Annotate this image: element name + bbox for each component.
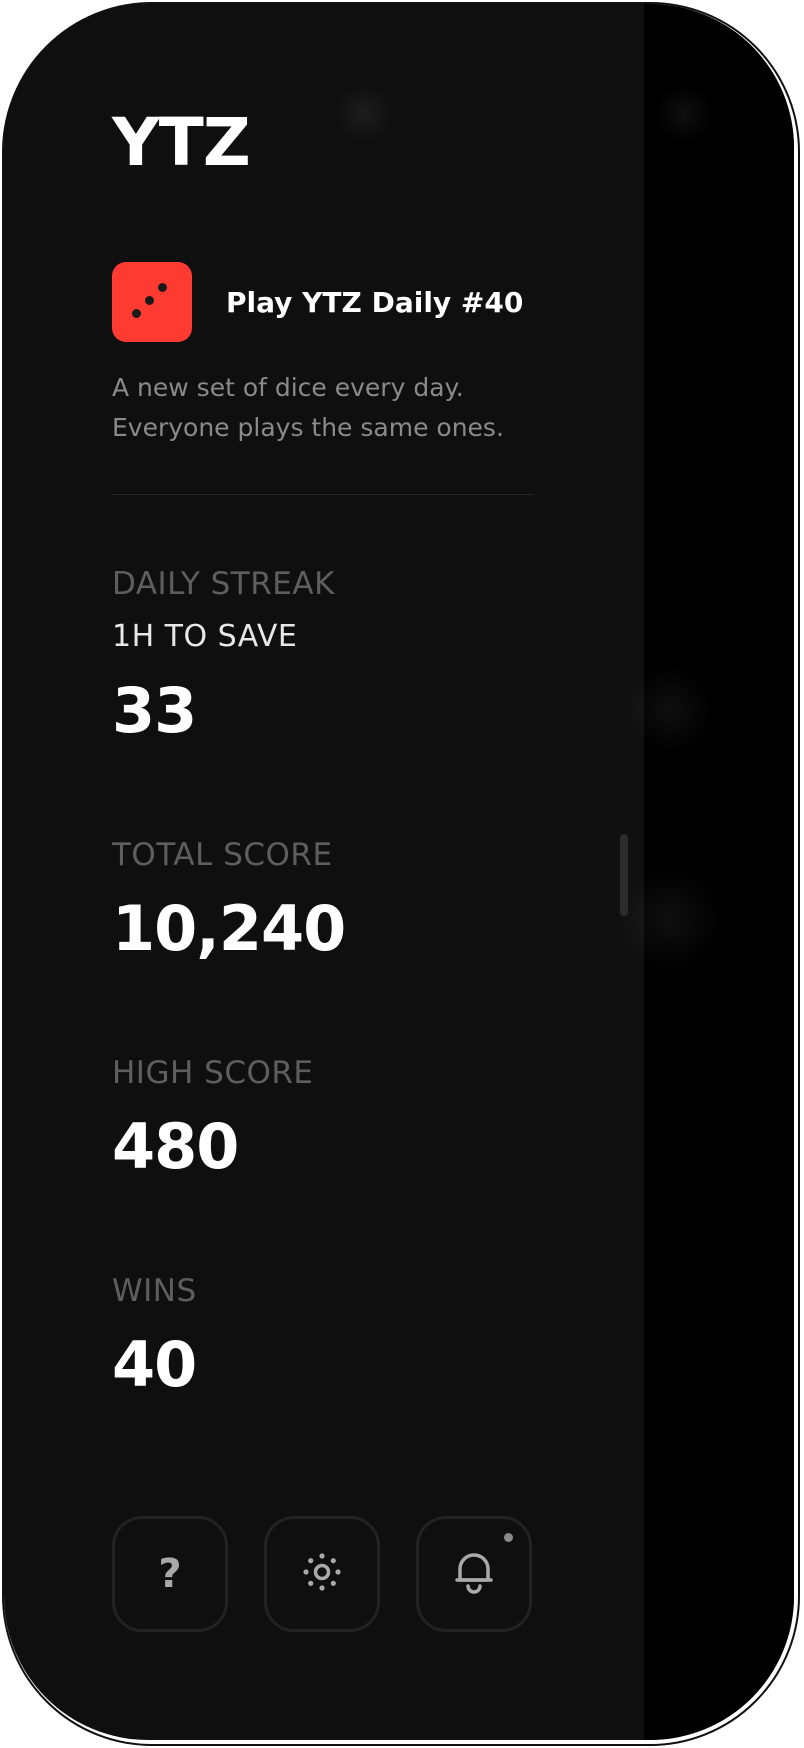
tagline-line-2: Everyone plays the same ones. bbox=[112, 413, 504, 442]
question-icon: ? bbox=[158, 1551, 182, 1597]
settings-button[interactable] bbox=[264, 1516, 380, 1632]
bell-icon bbox=[452, 1548, 496, 1600]
notifications-button[interactable] bbox=[416, 1516, 532, 1632]
high-score-label: HIGH SCORE bbox=[112, 1055, 314, 1091]
background-glow bbox=[334, 84, 394, 144]
main-content-panel[interactable] bbox=[614, 4, 794, 1740]
total-score-label: TOTAL SCORE bbox=[112, 837, 333, 873]
app-screen: YTZ Play YTZ Daily #40 A new set of dice… bbox=[4, 4, 794, 1740]
play-daily-button[interactable]: Play YTZ Daily #40 bbox=[112, 262, 523, 342]
daily-streak-value: 33 bbox=[112, 674, 197, 747]
daily-description: A new set of dice every day. Everyone pl… bbox=[112, 368, 552, 448]
dice-three-icon bbox=[112, 262, 192, 342]
app-logo: YTZ bbox=[112, 104, 251, 181]
scrollbar[interactable] bbox=[620, 834, 628, 916]
help-button[interactable]: ? bbox=[112, 1516, 228, 1632]
wins-label: WINS bbox=[112, 1273, 197, 1309]
high-score-value: 480 bbox=[112, 1110, 239, 1183]
tagline-line-1: A new set of dice every day. bbox=[112, 373, 464, 402]
notification-dot bbox=[504, 1533, 513, 1542]
wins-value: 40 bbox=[112, 1328, 197, 1401]
sun-icon bbox=[300, 1550, 344, 1598]
daily-streak-save-hint: 1H TO SAVE bbox=[112, 619, 298, 654]
play-daily-label: Play YTZ Daily #40 bbox=[226, 285, 524, 319]
phone-frame: YTZ Play YTZ Daily #40 A new set of dice… bbox=[0, 0, 804, 1748]
total-score-value: 10,240 bbox=[112, 892, 346, 965]
divider bbox=[112, 494, 534, 495]
daily-streak-label: DAILY STREAK bbox=[112, 566, 335, 602]
